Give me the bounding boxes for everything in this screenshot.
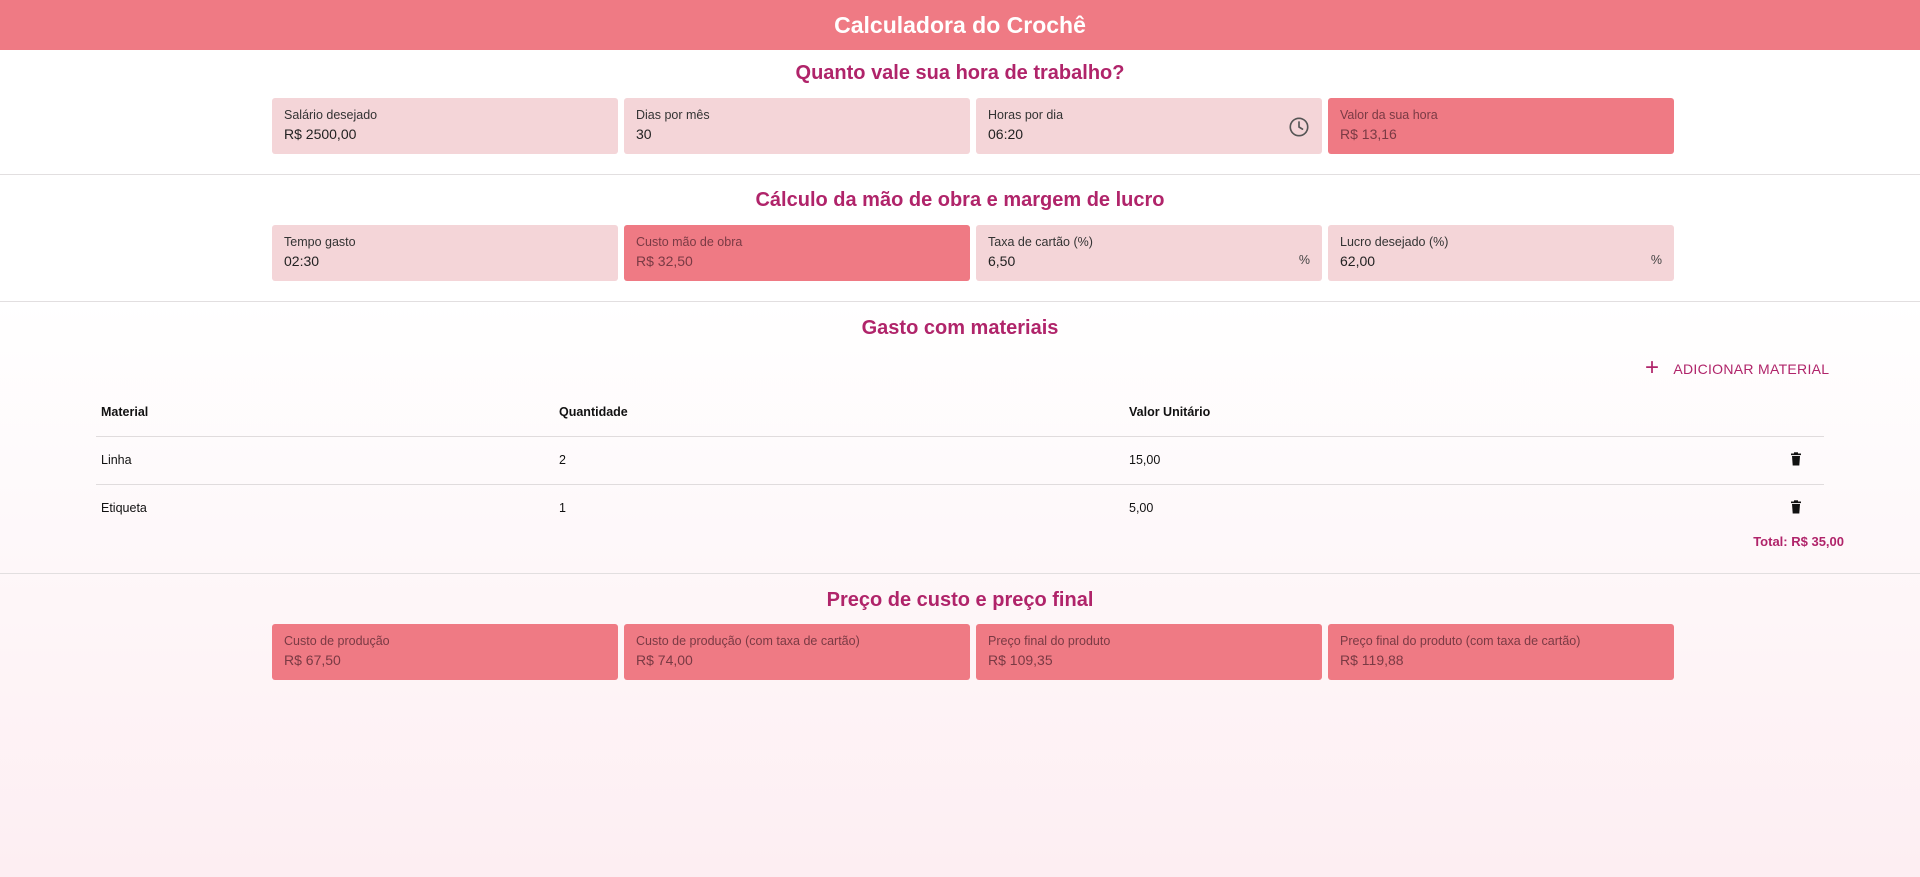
field-label: Custo de produção — [284, 634, 390, 648]
app-title: Calculadora do Crochê — [834, 11, 1086, 38]
field-value: R$ 67,50 — [284, 652, 341, 668]
field-label: Preço final do produto (com taxa de cart… — [1340, 634, 1581, 648]
column-header-unit-value: Valor Unitário — [1124, 388, 1724, 437]
field-label: Taxa de cartão (%) — [988, 235, 1093, 249]
materials-total: Total: R$ 35,00 — [1753, 534, 1844, 549]
table-row: Linha 2 15,00 — [96, 436, 1824, 485]
field-value: R$ 32,50 — [636, 253, 693, 269]
table-header-row: Material Quantidade Valor Unitário — [96, 388, 1824, 437]
cell-unit-value: 5,00 — [1129, 501, 1154, 516]
column-header-actions — [1724, 388, 1824, 437]
field-value[interactable]: 62,00 — [1340, 253, 1662, 269]
field-value: R$ 109,35 — [988, 652, 1053, 668]
add-material-button[interactable]: + ADICIONAR MATERIAL — [1645, 356, 1829, 382]
materials-table: Material Quantidade Valor Unitário Linha… — [96, 388, 1824, 532]
cell-material: Linha — [96, 436, 554, 485]
field-label: Valor da sua hora — [1340, 108, 1438, 122]
final-price-section: Preço de custo e preço final Custo de pr… — [0, 574, 1920, 694]
final-price-field: Preço final do produto R$ 109,35 — [976, 624, 1322, 680]
desired-profit-field[interactable]: Lucro desejado (%) 62,00 % — [1328, 225, 1674, 281]
field-label: Horas por dia — [988, 108, 1064, 122]
column-header-quantity: Quantidade — [554, 388, 1124, 437]
trash-icon[interactable] — [1789, 451, 1803, 466]
field-value[interactable]: 6,50 — [988, 253, 1310, 269]
cell-unit-value: 15,00 — [1124, 436, 1724, 485]
final-fields: Custo de produção R$ 67,50 Custo de prod… — [272, 624, 1674, 680]
cell-quantity: 2 — [554, 436, 1124, 485]
percent-suffix: % — [1650, 253, 1662, 267]
trash-icon[interactable] — [1789, 500, 1803, 514]
percent-suffix: % — [1298, 253, 1310, 267]
field-value: R$ 119,88 — [1340, 652, 1404, 668]
cell-material: Etiqueta — [101, 501, 147, 516]
field-value: R$ 74,00 — [636, 652, 693, 668]
column-header-material: Material — [96, 388, 554, 437]
final-price-with-fee-field: Preço final do produto (com taxa de cart… — [1328, 624, 1674, 680]
desired-salary-field[interactable]: Salário desejado R$ 2500,00 — [272, 98, 618, 154]
section-title-final: Preço de custo e preço final — [826, 589, 1094, 611]
production-cost-with-fee-field: Custo de produção (com taxa de cartão) R… — [624, 624, 970, 680]
field-label: Custo mão de obra — [636, 235, 743, 249]
hourly-value-field: Valor da sua hora R$ 13,16 — [1328, 98, 1674, 154]
field-value[interactable]: 02:30 — [284, 253, 606, 269]
table-row: Etiqueta 1 5,00 — [96, 484, 1824, 532]
labor-section: Cálculo da mão de obra e margem de lucro… — [0, 175, 1920, 302]
card-fee-field[interactable]: Taxa de cartão (%) 6,50 % — [976, 225, 1322, 281]
plus-icon: + — [1645, 354, 1660, 381]
section-title-hourly: Quanto vale sua hora de trabalho? — [795, 62, 1125, 84]
days-per-month-field[interactable]: Dias por mês 30 — [624, 98, 970, 154]
cell-actions — [1724, 484, 1824, 532]
add-material-label: ADICIONAR MATERIAL — [1673, 361, 1830, 377]
labor-cost-field: Custo mão de obra R$ 32,50 — [624, 225, 970, 281]
section-title-labor: Cálculo da mão de obra e margem de lucro — [755, 189, 1165, 211]
production-cost-field: Custo de produção R$ 67,50 — [272, 624, 618, 680]
app-bar: Calculadora do Crochê — [0, 0, 1920, 50]
time-spent-field[interactable]: Tempo gasto 02:30 — [272, 225, 618, 281]
cell-quantity: 1 — [559, 501, 566, 516]
field-value[interactable]: 30 — [636, 126, 958, 142]
hourly-rate-section: Quanto vale sua hora de trabalho? Salári… — [0, 50, 1920, 175]
clock-icon[interactable] — [1288, 116, 1310, 138]
field-value[interactable]: R$ 2500,00 — [284, 126, 606, 142]
field-label: Tempo gasto — [284, 235, 356, 249]
field-label: Preço final do produto — [988, 634, 1111, 648]
field-label: Salário desejado — [284, 108, 378, 122]
field-label: Dias por mês — [636, 108, 710, 122]
section-title-materials: Gasto com materiais — [861, 317, 1059, 339]
field-value: R$ 13,16 — [1340, 126, 1397, 142]
hours-per-day-field[interactable]: Horas por dia 06:20 — [976, 98, 1322, 154]
field-value[interactable]: 06:20 — [988, 126, 1310, 142]
cell-actions — [1724, 436, 1824, 485]
hourly-fields: Salário desejado R$ 2500,00 Dias por mês… — [272, 98, 1674, 154]
field-label: Lucro desejado (%) — [1340, 235, 1449, 249]
labor-fields: Tempo gasto 02:30 Custo mão de obra R$ 3… — [272, 225, 1674, 281]
field-label: Custo de produção (com taxa de cartão) — [636, 634, 860, 648]
